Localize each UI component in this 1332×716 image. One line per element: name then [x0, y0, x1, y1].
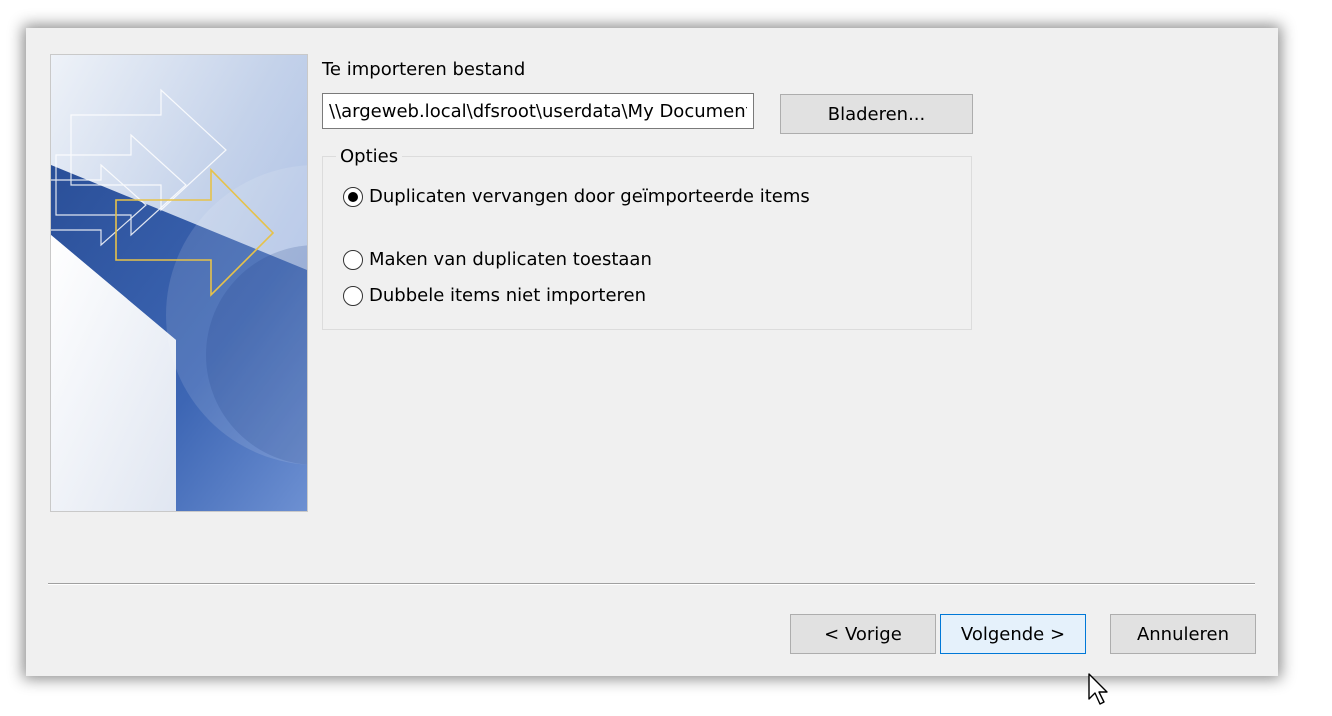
back-button[interactable]: < Vorige — [790, 614, 936, 654]
radio-allow-duplicates[interactable]: Maken van duplicaten toestaan — [343, 248, 829, 272]
options-title: Opties — [336, 146, 403, 167]
radio-label-replace: Duplicaten vervangen door geïmporteerde … — [369, 186, 810, 207]
radio-label-allow: Maken van duplicaten toestaan — [369, 249, 652, 270]
options-groupbox: Opties Duplicaten vervangen door geïmpor… — [322, 146, 972, 330]
radio-skip-duplicates[interactable]: Dubbele items niet importeren — [343, 284, 829, 308]
radio-button-skip[interactable] — [343, 286, 363, 306]
browse-button[interactable]: Bladeren... — [780, 94, 973, 134]
footer-separator — [48, 583, 1255, 585]
import-file-label: Te importeren bestand — [322, 59, 526, 80]
mouse-pointer-icon — [1088, 673, 1108, 705]
import-file-path-input[interactable] — [322, 93, 754, 129]
radio-button-allow[interactable] — [343, 250, 363, 270]
wizard-banner-image — [50, 54, 308, 512]
radio-label-skip: Dubbele items niet importeren — [369, 285, 647, 306]
import-dialog: Te importeren bestand Bladeren... Opties… — [26, 28, 1278, 705]
radio-replace-duplicates[interactable]: Duplicaten vervangen door geïmporteerde … — [343, 185, 829, 209]
cancel-button[interactable]: Annuleren — [1110, 614, 1256, 654]
radio-button-replace[interactable] — [343, 187, 363, 207]
next-button[interactable]: Volgende > — [940, 614, 1086, 654]
